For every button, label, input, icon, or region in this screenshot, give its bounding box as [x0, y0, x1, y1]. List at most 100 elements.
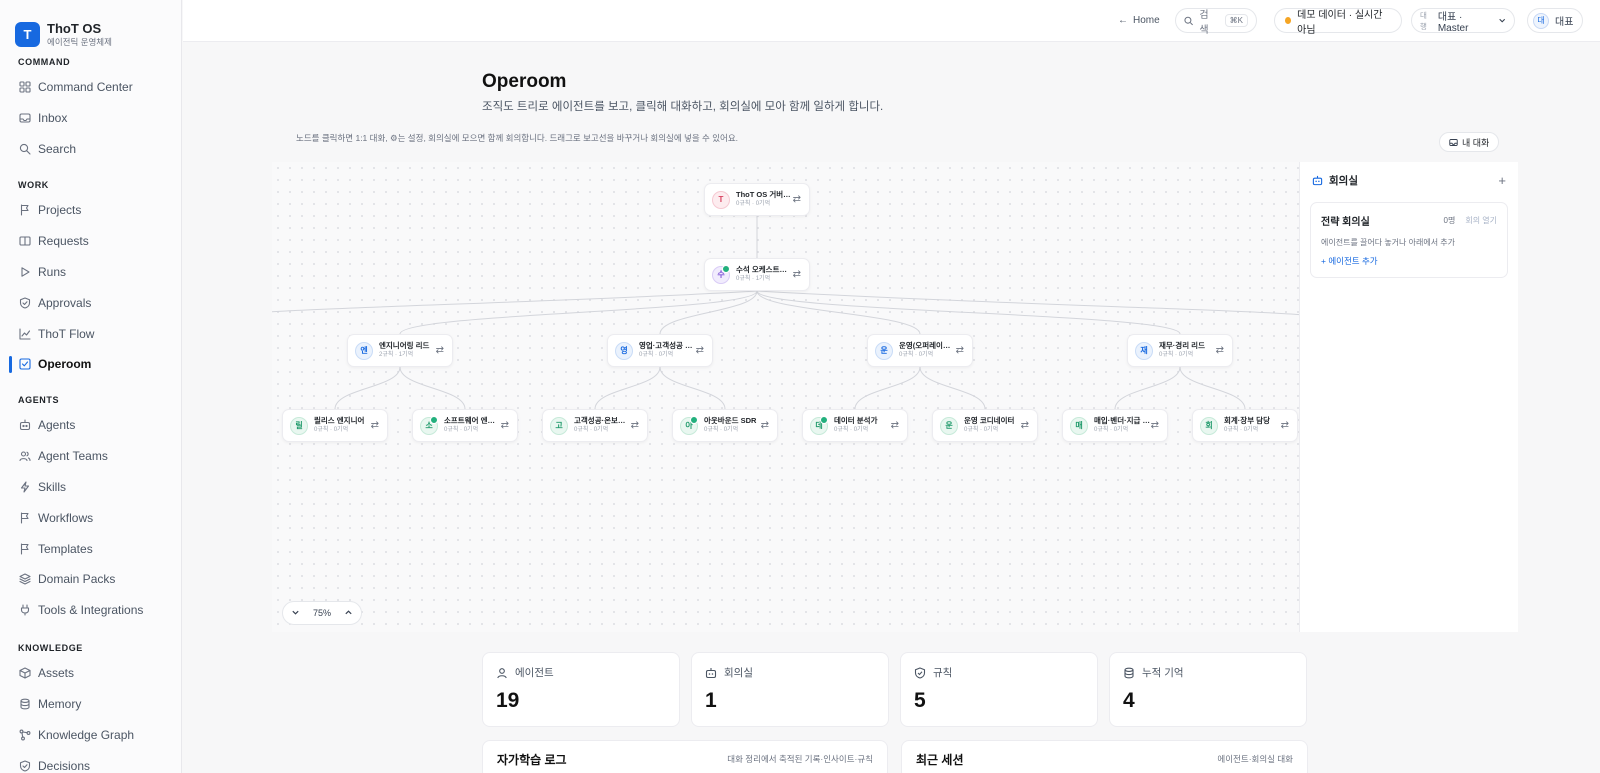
sidebar-item-runs[interactable]: Runs [0, 257, 182, 288]
meeting-room-card[interactable]: 전략 회의실 0명 회의 열기 에이전트를 끌어다 놓거나 아래에서 추가 + … [1310, 202, 1508, 278]
agent-avatar: 아 [680, 415, 698, 435]
org-chart-links [272, 216, 1300, 410]
sidebar-section-label: AGENTS [18, 395, 60, 405]
org-node-ap[interactable]: 매 매입·벤더·지급 … 0규칙 · 0기억 ⇄ [1062, 409, 1168, 442]
chevron-up-icon [345, 609, 352, 614]
sidebar-item-decisions[interactable]: Decisions [0, 750, 182, 773]
sidebar-item-workflows[interactable]: Workflows [0, 502, 182, 533]
stat-label: 에이전트 [515, 667, 554, 679]
role-select[interactable]: 대행 대표 · Master [1411, 8, 1515, 34]
swap-icon[interactable]: ⇄ [793, 269, 801, 280]
sidebar-item-inbox[interactable]: Inbox [0, 103, 182, 134]
sidebar-item-search[interactable]: Search [0, 134, 182, 165]
sidebar-item-tools-integrations[interactable]: Tools & Integrations [0, 595, 182, 626]
sidebar-item-command-center[interactable]: Command Center [0, 72, 182, 103]
org-node-sw[interactable]: 소 소프트웨어 엔… 0규칙 · 0기억 ⇄ [412, 409, 518, 442]
sidebar-item-skills[interactable]: Skills [0, 472, 182, 503]
org-node-fin[interactable]: 재 재무·경리 리드 0규칙 · 0기억 ⇄ [1127, 334, 1233, 367]
brand-title: ThoT OS [47, 20, 102, 36]
sidebar-item-label: Requests [38, 234, 89, 249]
agent-meta: 0규칙 · 0기억 [704, 427, 739, 433]
org-node-da[interactable]: 데 데이터 분석가 0규칙 · 0기억 ⇄ [802, 409, 908, 442]
sidebar-item-domain-packs[interactable]: Domain Packs [0, 564, 182, 595]
chevron-down-icon [292, 610, 299, 615]
agent-meta: 0규칙 · 0기억 [574, 427, 609, 433]
org-node-eng[interactable]: 엔 엔지니어링 리드 2규칙 · 1기억 ⇄ [347, 334, 453, 367]
search-icon [1184, 16, 1193, 25]
sidebar-item-assets[interactable]: Assets [0, 658, 182, 689]
sidebar-item-label: Search [38, 141, 77, 156]
search-button[interactable]: 검색 ⌘K [1175, 8, 1257, 36]
swap-icon[interactable]: ⇄ [761, 420, 769, 431]
users-icon [19, 450, 31, 462]
home-link[interactable]: ← Home [1118, 8, 1160, 33]
brand-subtitle: 에이전틱 운영체제 [47, 36, 112, 47]
agent-avatar: 엔 [355, 341, 373, 360]
sidebar-item-label: Workflows [38, 510, 94, 525]
swap-icon[interactable]: ⇄ [436, 345, 444, 356]
swap-icon[interactable]: ⇄ [956, 345, 964, 356]
org-chart-canvas[interactable]: T ThoT OS 거버… 0규칙 · 0기억 ⇄ 수 수석 오케스트… 0규칙 · 1기억… [272, 162, 1300, 632]
sidebar-item-thot-flow[interactable]: ThoT Flow [0, 318, 182, 349]
agent-name: 재무·경리 리드 [1159, 341, 1205, 350]
org-node-chief[interactable]: 수 수석 오케스트… 0규칙 · 1기억 ⇄ [704, 258, 810, 291]
org-node-ops[interactable]: 운 운영(오퍼레이… 0규칙 · 0기억 ⇄ [867, 334, 973, 367]
add-agent-button[interactable]: + 에이전트 추가 [1321, 255, 1497, 267]
brand[interactable]: T ThoT OS 에이전틱 운영체제 [0, 0, 181, 54]
org-node-acc[interactable]: 회 회계·장부 담당 0규칙 · 0기억 ⇄ [1192, 409, 1298, 442]
bot-icon [705, 667, 717, 678]
zoom-in-button[interactable] [344, 608, 353, 619]
page-description: 조직도 트리로 에이전트를 보고, 클릭해 대화하고, 회의실에 모아 함께 일… [482, 101, 884, 113]
arrow-left-icon: ← [1118, 15, 1128, 26]
graph-icon [19, 729, 31, 741]
grid-icon [19, 81, 31, 93]
sidebar-item-agent-teams[interactable]: Agent Teams [0, 441, 182, 472]
swap-icon[interactable]: ⇄ [631, 420, 639, 431]
sidebar-item-templates[interactable]: Templates [0, 533, 182, 564]
org-node-root[interactable]: T ThoT OS 거버… 0규칙 · 0기억 ⇄ [704, 183, 810, 216]
operoom-icon [19, 358, 31, 370]
org-node-oc[interactable]: 운 운영 코디네이터 0규칙 · 0기억 ⇄ [932, 409, 1038, 442]
swap-icon[interactable]: ⇄ [696, 345, 704, 356]
user-menu[interactable]: 대 대표 [1527, 8, 1583, 33]
add-meeting-room-button[interactable]: + [1498, 173, 1506, 188]
agent-avatar: 영 [615, 341, 633, 360]
swap-icon[interactable]: ⇄ [1216, 345, 1224, 356]
panel-subtitle: 에이전트·회의실 대화 [1217, 754, 1293, 764]
org-link [854, 366, 921, 410]
swap-icon[interactable]: ⇄ [501, 420, 509, 431]
sidebar-item-label: Domain Packs [38, 572, 116, 587]
agent-name: 엔지니어링 리드 [379, 341, 430, 350]
org-node-sales[interactable]: 영 영업·고객성공 … 0규칙 · 0기억 ⇄ [607, 334, 713, 367]
org-node-sdr[interactable]: 아 아웃바운드 SDR 0규칙 · 0기억 ⇄ [672, 409, 778, 442]
sidebar-item-projects[interactable]: Projects [0, 195, 182, 226]
swap-icon[interactable]: ⇄ [1281, 420, 1289, 431]
my-chat-label: 내 대화 [1462, 137, 1490, 148]
agent-avatar: 매 [1070, 416, 1088, 435]
swap-icon[interactable]: ⇄ [1151, 420, 1159, 431]
agent-name: 릴리스 엔지니어 [314, 416, 365, 425]
swap-icon[interactable]: ⇄ [793, 194, 801, 205]
shield-check-icon [19, 297, 31, 309]
layers-icon [19, 573, 31, 585]
demo-status-dot [1285, 17, 1292, 24]
zoom-out-button[interactable] [291, 608, 300, 619]
sidebar-item-operoom[interactable]: Operoom [0, 349, 182, 380]
sidebar-item-approvals[interactable]: Approvals [0, 287, 182, 318]
org-node-qa[interactable]: 릴 릴리스 엔지니어 0규칙 · 0기억 ⇄ [282, 409, 388, 442]
open-meeting-button[interactable]: 회의 열기 [1465, 215, 1497, 226]
swap-icon[interactable]: ⇄ [371, 420, 379, 431]
org-link [399, 290, 758, 335]
avatar: 대 [1533, 12, 1549, 29]
swap-icon[interactable]: ⇄ [1021, 420, 1029, 431]
agent-avatar: 운 [940, 416, 958, 435]
org-node-cs[interactable]: 고 고객성공·온보… 0규칙 · 0기억 ⇄ [542, 409, 648, 442]
sidebar-item-requests[interactable]: Requests [0, 226, 182, 257]
sidebar-item-knowledge-graph[interactable]: Knowledge Graph [0, 720, 182, 751]
agent-avatar: 재 [1135, 341, 1153, 360]
stat-value: 5 [914, 689, 926, 712]
sidebar-item-memory[interactable]: Memory [0, 689, 182, 720]
sidebar-item-agents[interactable]: Agents [0, 410, 182, 441]
swap-icon[interactable]: ⇄ [891, 420, 899, 431]
my-chat-button[interactable]: 내 대화 [1439, 132, 1500, 152]
